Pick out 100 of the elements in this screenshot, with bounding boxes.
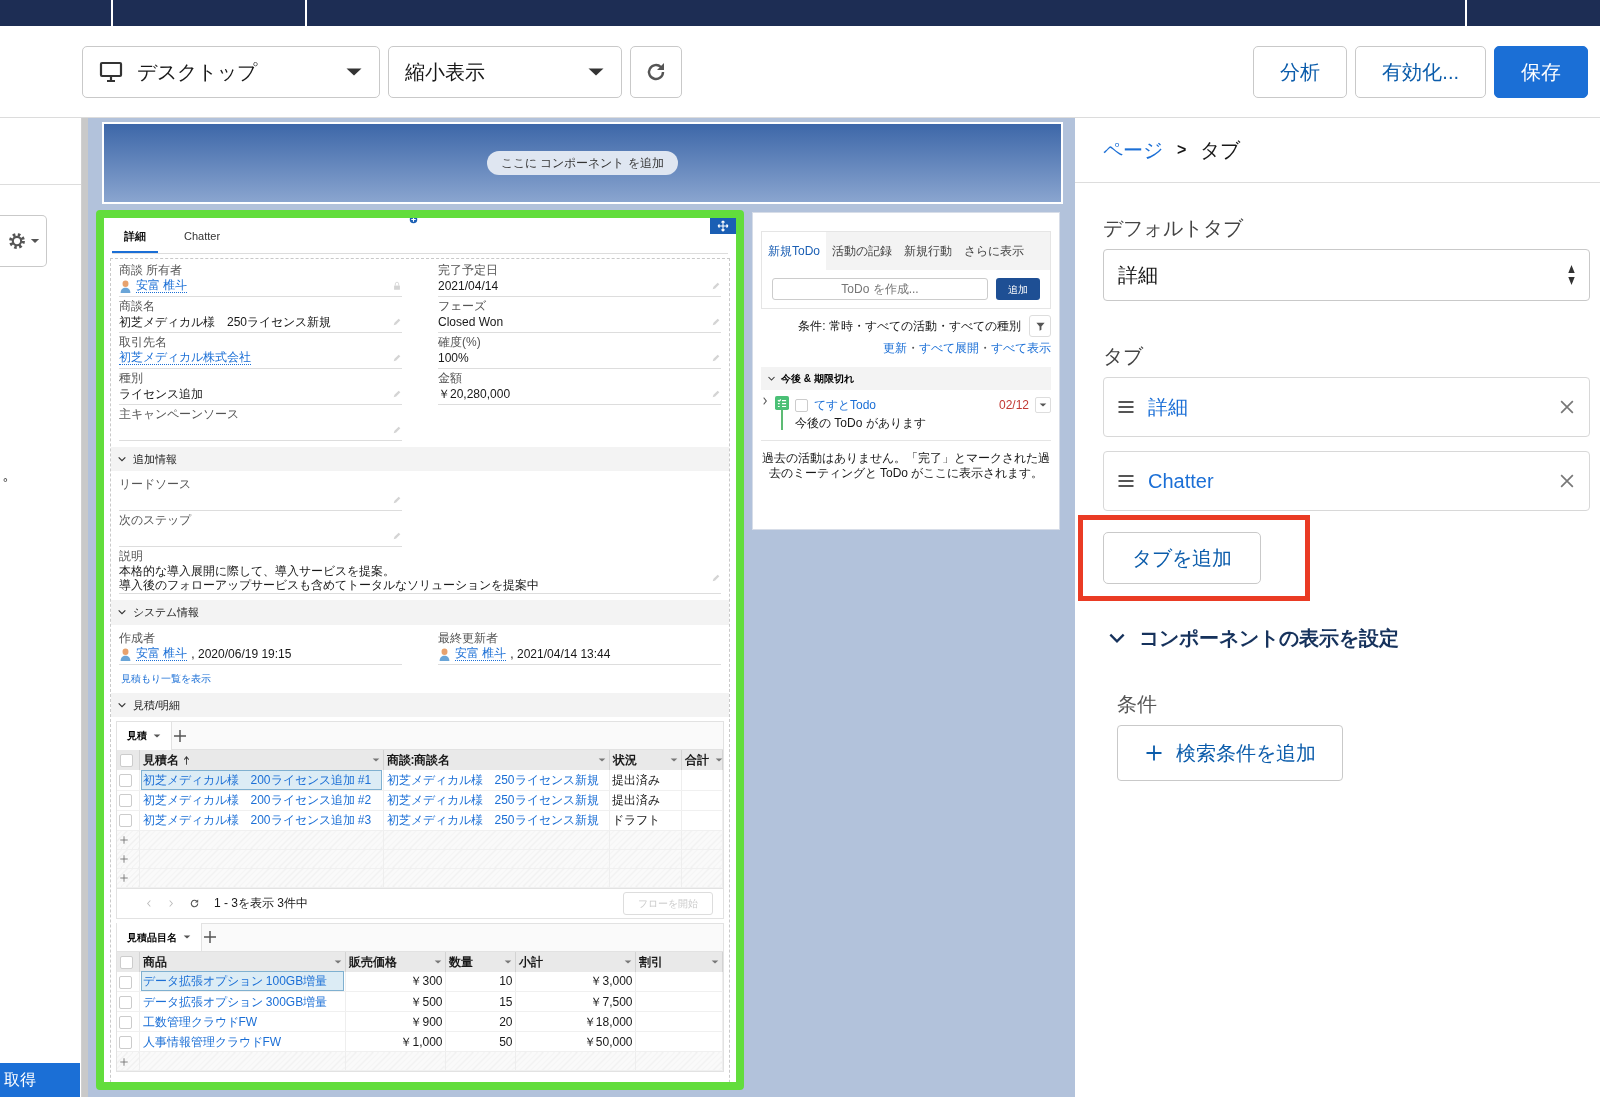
sort-up-icon — [181, 754, 191, 766]
toolbar-button[interactable]: 保存 — [1494, 45, 1588, 98]
row-checkbox[interactable] — [119, 975, 132, 989]
caret-down-icon[interactable] — [371, 757, 380, 763]
caret-down-icon[interactable] — [669, 757, 678, 763]
caret-down-icon[interactable] — [503, 958, 512, 965]
add-tab-button[interactable]: タブを追加 — [1103, 532, 1261, 584]
activity-tab[interactable]: 活動の記録 — [826, 232, 898, 270]
row-checkbox[interactable] — [119, 814, 132, 828]
select-all-checkbox[interactable] — [120, 754, 133, 768]
section-header[interactable]: 追加情報 — [111, 446, 729, 471]
tab-item[interactable]: 詳細 — [1103, 377, 1590, 437]
edit-pencil-icon[interactable] — [392, 316, 402, 327]
action-link[interactable]: 更新 — [883, 341, 907, 355]
breadcrumb-link[interactable]: ページ — [1103, 135, 1163, 165]
section-header[interactable]: 見積/明細 — [111, 692, 729, 717]
task-link[interactable]: てすとTodo — [814, 396, 877, 414]
get-button[interactable]: 取得 — [0, 1063, 80, 1097]
record-link[interactable]: 初芝メディカル様 250ライセンス新規 — [385, 791, 607, 809]
table-cell: ￥18,000 — [583, 1014, 633, 1029]
add-component-hint[interactable]: ここに コンポーネント を追加 — [487, 151, 678, 175]
action-link[interactable]: すべて展開 — [919, 341, 979, 355]
record-link[interactable]: 初芝メディカル株式会社 — [119, 350, 251, 365]
edit-pencil-icon[interactable] — [711, 280, 721, 291]
column-header[interactable]: 小計 — [518, 952, 543, 971]
zoom-select[interactable]: 縮小表示 — [388, 45, 622, 98]
edit-pencil-icon[interactable] — [711, 573, 721, 583]
row-checkbox[interactable] — [119, 1015, 132, 1029]
record-link[interactable]: 初芝メディカル様 250ライセンス新規 — [385, 770, 607, 789]
refresh-button[interactable] — [630, 45, 682, 98]
activity-tab[interactable]: 新規行動 — [898, 232, 958, 270]
user-link[interactable]: 安富 椎斗 — [136, 278, 188, 293]
section-header[interactable]: システム情報 — [111, 600, 729, 625]
expand-icon[interactable] — [761, 396, 769, 406]
caret-down-icon[interactable] — [597, 757, 606, 763]
row-checkbox[interactable] — [119, 774, 132, 788]
caret-down-icon[interactable] — [433, 958, 442, 965]
record-link[interactable]: 人事情報管理クラウドFW — [141, 1032, 343, 1051]
add-row-icon[interactable] — [119, 835, 129, 846]
field-label: 商談名 — [119, 298, 156, 314]
task-menu-button[interactable] — [1035, 397, 1051, 413]
add-icon[interactable] — [202, 929, 218, 945]
record-link[interactable]: 初芝メディカル様 200ライセンス追加 #2 — [141, 791, 381, 809]
record-link[interactable]: データ拡張オプション 100GB増量 — [141, 972, 343, 991]
caret-down-icon[interactable] — [333, 958, 342, 965]
activity-tab[interactable]: 新規ToDo — [762, 232, 826, 270]
add-icon[interactable] — [172, 727, 188, 744]
column-header[interactable]: 見積名 — [142, 751, 179, 769]
default-tab-select[interactable]: 詳細 — [1103, 249, 1590, 301]
toolbar-button[interactable]: 分析 — [1253, 45, 1348, 98]
device-select[interactable]: デスクトップ — [82, 45, 380, 98]
caret-down-icon[interactable] — [711, 958, 719, 965]
move-handle[interactable] — [710, 218, 736, 234]
row-checkbox[interactable] — [119, 1035, 132, 1049]
edit-pencil-icon[interactable] — [392, 424, 402, 435]
edit-pencil-icon[interactable] — [392, 352, 402, 363]
edit-pencil-icon[interactable] — [711, 316, 721, 327]
record-link[interactable]: 初芝メディカル様 250ライセンス新規 — [385, 811, 607, 829]
add-row-icon[interactable] — [119, 1056, 129, 1067]
todo-input[interactable]: ToDo を作成... — [772, 278, 988, 300]
row-checkbox[interactable] — [119, 794, 132, 808]
caret-down-icon[interactable] — [623, 958, 632, 965]
record-tab[interactable]: Chatter — [172, 220, 233, 253]
record-link[interactable]: 工数管理クラウドFW — [141, 1012, 343, 1031]
section-toggle[interactable]: コンポーネントの表示を設定 — [1107, 623, 1399, 653]
edit-pencil-icon[interactable] — [711, 352, 721, 363]
record-link[interactable]: 初芝メディカル様 200ライセンス追加 #3 — [141, 811, 381, 829]
add-row-icon[interactable] — [119, 854, 129, 865]
toolbar-button[interactable]: 有効化... — [1355, 45, 1486, 98]
edit-pencil-icon[interactable] — [711, 388, 721, 399]
user-link[interactable]: 安富 椎斗 — [136, 646, 188, 661]
select-all-checkbox[interactable] — [120, 955, 133, 969]
tab-name-link[interactable]: Chatter — [1148, 466, 1545, 496]
column-header[interactable]: 商品 — [142, 952, 167, 971]
activity-tab[interactable]: さらに表示 — [958, 232, 1030, 270]
add-row-icon[interactable] — [119, 873, 129, 884]
record-link[interactable]: 初芝メディカル様 200ライセンス追加 #1 — [141, 770, 381, 789]
edit-pencil-icon[interactable] — [392, 388, 402, 399]
add-filter-button[interactable]: 検索条件を追加 — [1117, 725, 1343, 781]
user-link[interactable]: 安富 椎斗 — [455, 646, 507, 661]
next-icon[interactable] — [167, 898, 175, 908]
list-view-tab[interactable]: 見積品目名 — [117, 923, 202, 951]
refresh-icon[interactable] — [189, 897, 200, 909]
task-checkbox[interactable] — [795, 398, 808, 412]
edit-pencil-icon[interactable] — [392, 495, 402, 505]
list-view-tab[interactable]: 見積 — [117, 721, 172, 750]
record-tab[interactable]: 詳細 — [112, 220, 158, 253]
list-link[interactable]: 見積もり一覧を表示 — [111, 664, 221, 686]
add-button[interactable]: 追加 — [996, 278, 1040, 300]
filter-button[interactable] — [1029, 315, 1051, 337]
caret-down-icon[interactable] — [714, 757, 723, 763]
previous-icon[interactable] — [145, 898, 153, 908]
tab-name-link[interactable]: 詳細 — [1148, 392, 1545, 422]
tab-item[interactable]: Chatter — [1103, 451, 1590, 511]
action-link[interactable]: すべて表示 — [991, 341, 1051, 355]
section-header[interactable]: 今後 & 期限切れ — [761, 367, 1051, 390]
row-checkbox[interactable] — [119, 995, 132, 1009]
settings-button[interactable] — [0, 215, 47, 267]
record-link[interactable]: データ拡張オプション 300GB増量 — [141, 992, 343, 1011]
edit-pencil-icon[interactable] — [392, 531, 402, 541]
